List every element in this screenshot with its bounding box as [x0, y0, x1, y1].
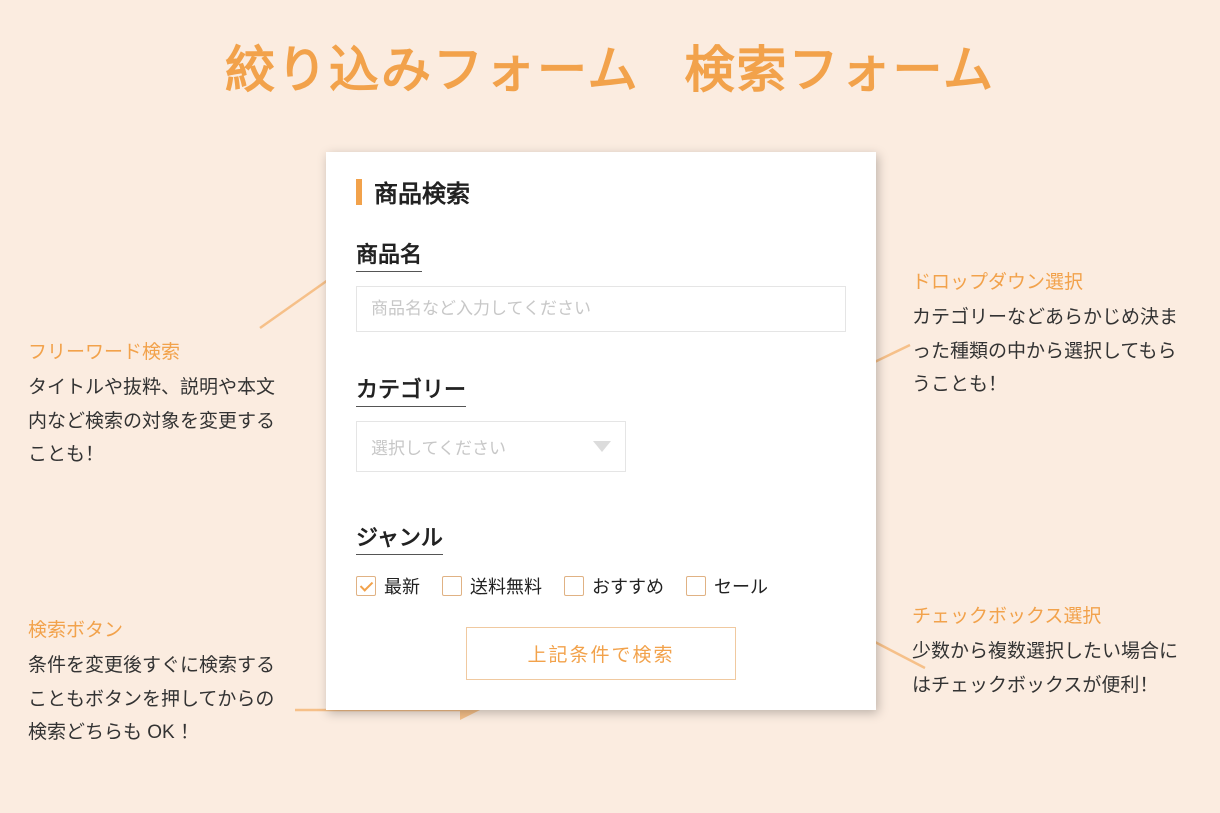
title-right: 検索フォーム: [685, 30, 996, 102]
checkbox-label: おすすめ: [592, 573, 664, 599]
callout-freeword-body: タイトルや抜粋、説明や本文内など検索の対象を変更することも！: [28, 371, 288, 471]
callout-checkbox: チェックボックス選択 少数から複数選択したい場合にはチェックボックスが便利！: [912, 600, 1192, 702]
checkbox-label: 送料無料: [470, 573, 542, 599]
checkbox-label: セール: [714, 573, 768, 599]
checkbox-free-shipping[interactable]: 送料無料: [442, 573, 542, 599]
callout-checkbox-body: 少数から複数選択したい場合にはチェックボックスが便利！: [912, 635, 1192, 702]
checkbox-recommended[interactable]: おすすめ: [564, 573, 664, 599]
card-heading-text: 商品検索: [374, 174, 470, 209]
card-heading: 商品検索: [356, 174, 846, 209]
category-select[interactable]: 選択してください: [356, 421, 626, 472]
product-name-input[interactable]: [356, 286, 846, 332]
category-label: カテゴリー: [356, 372, 466, 407]
genre-checkbox-row: 最新 送料無料 おすすめ セール: [356, 573, 846, 599]
genre-label: ジャンル: [356, 520, 443, 555]
callout-checkbox-title: チェックボックス選択: [912, 600, 1192, 633]
checkbox-sale[interactable]: セール: [686, 573, 768, 599]
callout-button-body: 条件を変更後すぐに検索することもボタンを押してからの検索どちらも OK ！: [28, 649, 288, 749]
callout-dropdown: ドロップダウン選択 カテゴリーなどあらかじめ決まった種類の中から選択してもらうこ…: [912, 266, 1192, 401]
callout-dropdown-title: ドロップダウン選択: [912, 266, 1192, 299]
product-name-label: 商品名: [356, 237, 422, 272]
checkbox-icon: [356, 576, 376, 596]
chevron-down-icon: [593, 441, 611, 452]
page-title: 絞り込みフォーム 検索フォーム: [0, 0, 1220, 102]
title-left: 絞り込みフォーム: [225, 30, 640, 102]
category-select-placeholder: 選択してください: [371, 434, 506, 459]
callout-freeword-title: フリーワード検索: [28, 336, 288, 369]
checkbox-icon: [686, 576, 706, 596]
search-submit-button[interactable]: 上記条件で検索: [466, 627, 735, 680]
checkbox-label: 最新: [384, 573, 420, 599]
checkbox-icon: [564, 576, 584, 596]
accent-bar-icon: [356, 179, 362, 205]
checkbox-icon: [442, 576, 462, 596]
callout-freeword: フリーワード検索 タイトルや抜粋、説明や本文内など検索の対象を変更することも！: [28, 336, 288, 471]
callout-button-title: 検索ボタン: [28, 614, 288, 647]
callout-search-button: 検索ボタン 条件を変更後すぐに検索することもボタンを押してからの検索どちらも O…: [28, 614, 288, 749]
checkbox-latest[interactable]: 最新: [356, 573, 420, 599]
search-form-card: 商品検索 商品名 カテゴリー 選択してください ジャンル 最新 送料無料 おすす…: [326, 152, 876, 710]
callout-dropdown-body: カテゴリーなどあらかじめ決まった種類の中から選択してもらうことも！: [912, 301, 1192, 401]
